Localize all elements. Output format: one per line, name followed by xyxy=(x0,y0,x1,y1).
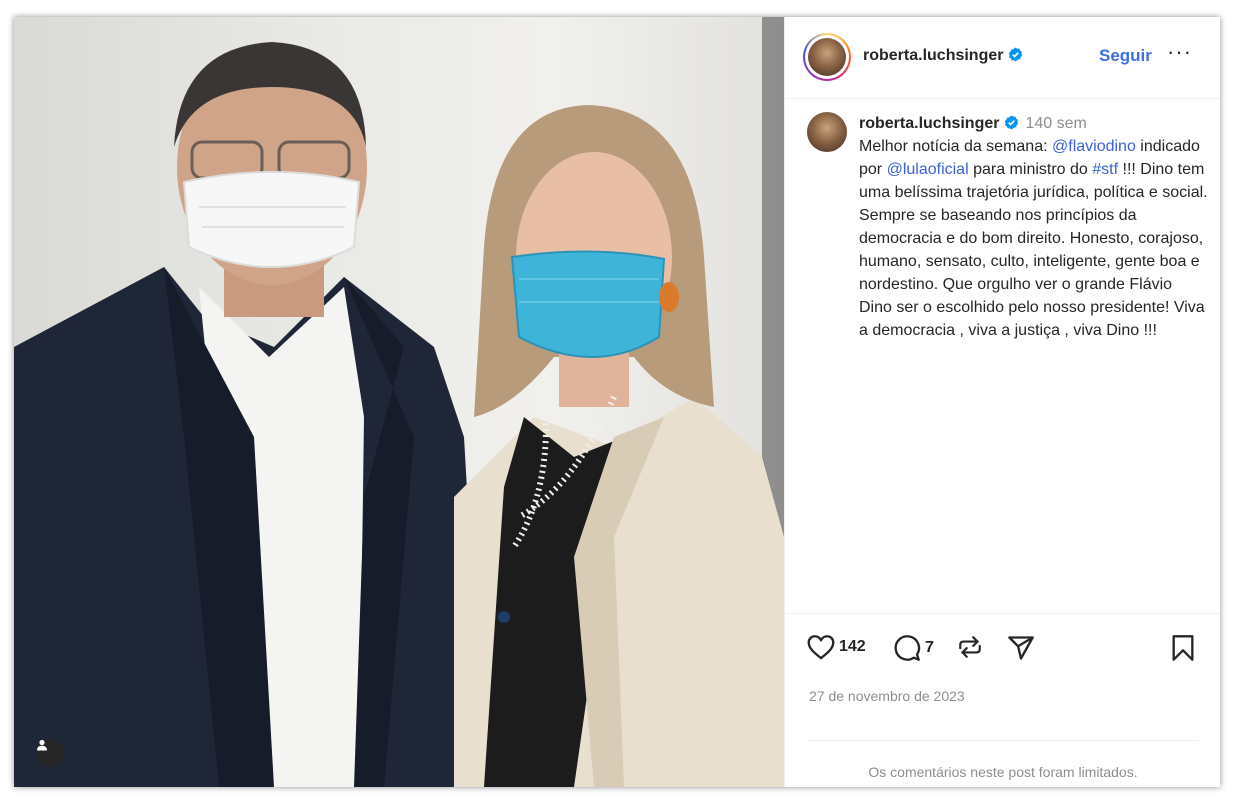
bookmark-icon xyxy=(1172,635,1194,661)
avatar[interactable] xyxy=(808,38,846,76)
action-row: 142 7 xyxy=(807,634,1199,664)
heart-icon xyxy=(807,635,835,660)
comment-button[interactable]: 7 xyxy=(893,634,934,662)
caption-text-part: para ministro do xyxy=(968,161,1093,178)
save-button[interactable] xyxy=(1171,634,1195,662)
post-date[interactable]: 27 de novembro de 2023 xyxy=(809,688,965,704)
verified-badge-icon xyxy=(1005,115,1019,130)
share-icon xyxy=(1008,636,1034,660)
caption-avatar[interactable] xyxy=(807,112,847,152)
post-frame: roberta.luchsinger Seguir ··· roberta.lu… xyxy=(14,17,1220,787)
user-tag-icon[interactable] xyxy=(36,739,64,767)
repost-button[interactable] xyxy=(957,634,983,660)
caption-text: roberta.luchsinger 140 sem Melhor notícia… xyxy=(859,112,1209,342)
share-button[interactable] xyxy=(1007,634,1035,662)
more-options-button[interactable]: ··· xyxy=(1167,39,1192,65)
mention-link-flaviodino[interactable]: @flaviodino xyxy=(1052,138,1136,155)
repost-icon xyxy=(959,636,981,658)
comment-icon xyxy=(894,635,921,661)
post-time[interactable]: 140 sem xyxy=(1025,115,1086,132)
comments-limited-notice: Os comentários neste post foram limitado… xyxy=(868,764,1138,780)
caption-username[interactable]: roberta.luchsinger xyxy=(859,115,999,132)
mention-link-lulaoficial[interactable]: @lulaoficial xyxy=(887,161,969,178)
post-side-panel: roberta.luchsinger Seguir ··· roberta.lu… xyxy=(784,17,1220,787)
like-button[interactable]: 142 xyxy=(807,634,866,660)
comment-count: 7 xyxy=(925,639,934,656)
verified-badge-icon xyxy=(1009,47,1023,62)
like-count[interactable]: 142 xyxy=(839,638,866,656)
caption-text-part: Melhor notícia da semana: xyxy=(859,138,1052,155)
post-header: roberta.luchsinger Seguir ··· xyxy=(785,17,1220,99)
post-photo[interactable] xyxy=(14,17,784,787)
header-username[interactable]: roberta.luchsinger xyxy=(863,47,1023,65)
photo-illustration xyxy=(14,17,784,787)
follow-button[interactable]: Seguir xyxy=(1099,46,1152,66)
caption-text-part: !!! Dino tem uma belíssima trajetória ju… xyxy=(859,161,1208,339)
hashtag-link-stf[interactable]: #stf xyxy=(1092,161,1118,178)
divider xyxy=(807,740,1199,741)
post-actions: 142 7 27 de novembro de 2023 Os comentár… xyxy=(785,613,1220,787)
